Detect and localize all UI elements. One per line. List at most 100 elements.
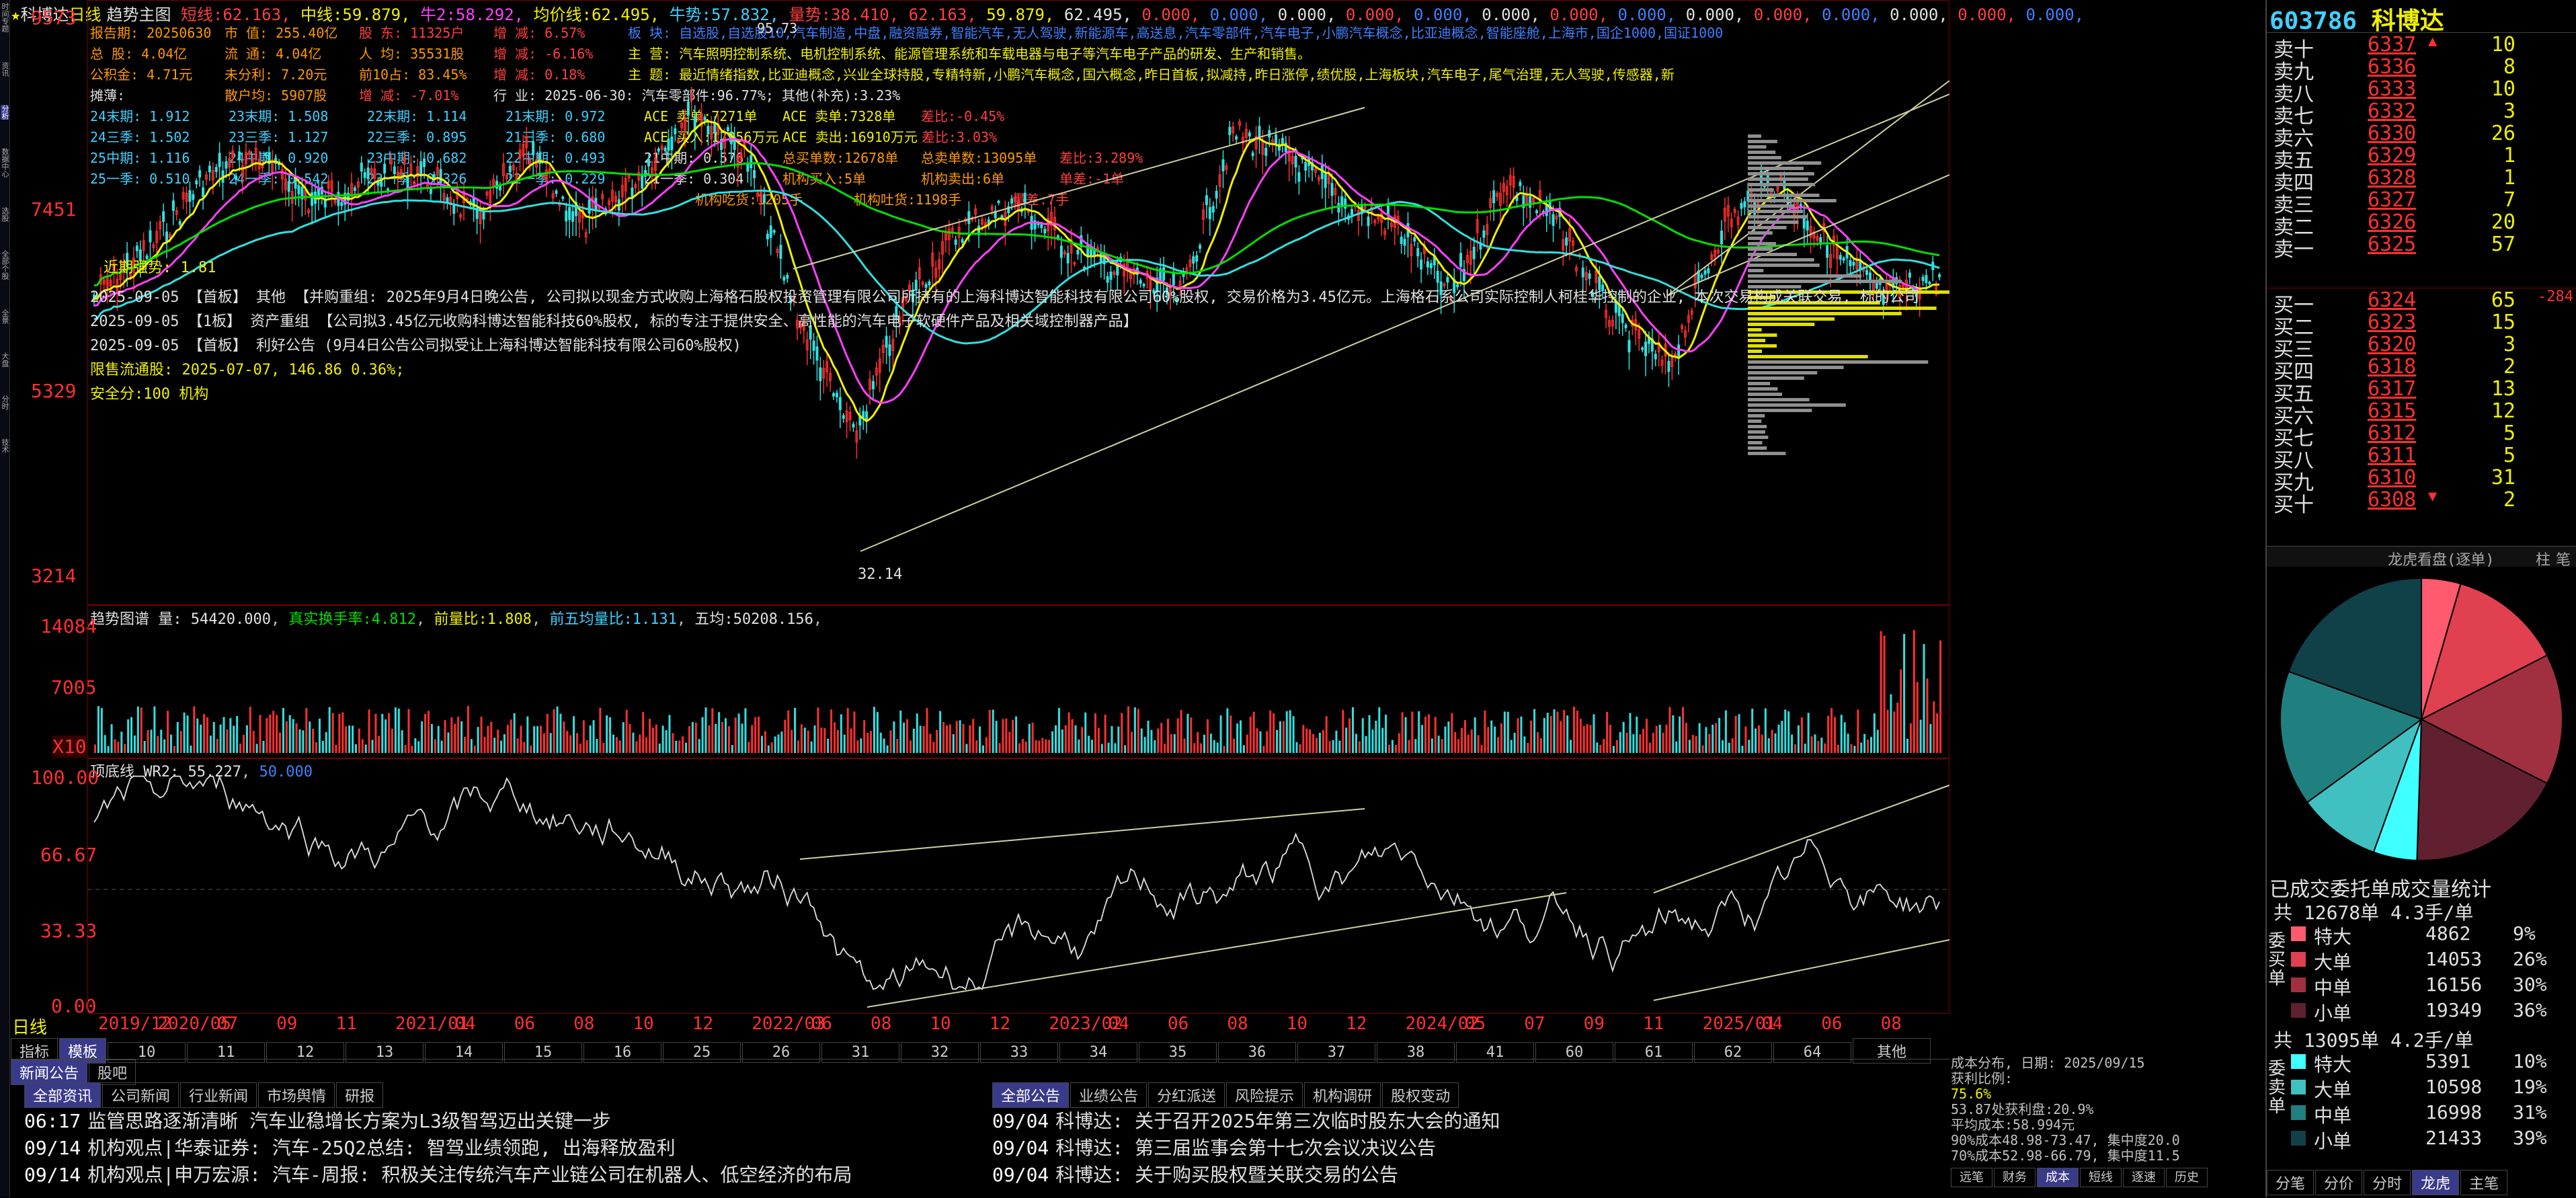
cost-tab[interactable]: 逐速 [2123, 1168, 2165, 1187]
candle-body [1337, 202, 1340, 213]
announcement-item[interactable]: 2025-09-05 【1板】 资产重组 【公司拟3.45亿元收购科博达智能科技… [90, 310, 1919, 334]
date-axis-period[interactable]: 日线 [12, 1014, 47, 1039]
announcement-item[interactable]: 2025-09-05 【首板】 其他 【并购重组: 2025年9月4日晚公告, … [90, 286, 1919, 310]
cost-tab[interactable]: 远笔 [1951, 1168, 1993, 1187]
volume-bar [1368, 715, 1371, 753]
volume-bar [1606, 712, 1609, 753]
volume-chart[interactable] [87, 605, 1949, 758]
stock-name-right: 科博达 [2371, 7, 2444, 35]
sidebar-tab[interactable]: 数据中心 [1, 148, 9, 177]
sidebar-tab[interactable]: 全部个股 [1, 250, 9, 280]
order-book-row[interactable]: 买八 6311 5 [2267, 444, 2576, 473]
news-tab[interactable]: 行业新闻 [180, 1082, 257, 1108]
cost-tab[interactable]: 短线 [2080, 1168, 2122, 1187]
cost-tab[interactable]: 财务 [1994, 1168, 2036, 1187]
volume-bar [1078, 740, 1080, 753]
news-item[interactable]: 09/14 机构观点|申万宏源: 汽车-周报: 积极关注传统汽车产业链公司在机器人… [24, 1162, 965, 1189]
volume-bar [770, 742, 773, 753]
sidebar-tab[interactable]: 技术 [1, 438, 9, 453]
volume-bar [523, 742, 526, 753]
right-tab[interactable]: 分价 [2315, 1170, 2363, 1195]
volume-bar [1325, 716, 1328, 753]
volume-bar [579, 744, 581, 753]
indicator-chart[interactable] [87, 758, 1949, 1014]
order-book-row[interactable]: 卖四 6328 1 [2267, 166, 2576, 195]
order-book-sell: 卖十 6337 ▲ 10 卖九 6336 8 卖八 6333 10 卖七 6332 3 卖六 6330 26 卖… [2267, 32, 2576, 262]
candle-body [1865, 270, 1869, 275]
volume-bar [1573, 707, 1575, 753]
order-book-row[interactable]: 买一 6324 65 -284 [2267, 288, 2576, 317]
candle-body [214, 167, 218, 172]
news-text: 机构观点|华泰证券: 汽车-25Q2总结: 智驾业绩领跑, 出海释放盈利 [87, 1137, 676, 1159]
right-tab[interactable]: 主笔 [2460, 1170, 2508, 1195]
order-book-row[interactable]: 买九 6310 31 [2267, 466, 2576, 495]
news-tab[interactable]: 全部资讯 [24, 1082, 102, 1108]
announcement-item[interactable]: 安全分:100 机构 [90, 383, 1919, 407]
notice-tab[interactable]: 机构调研 [1304, 1082, 1381, 1108]
notice-tab[interactable]: 股权变动 [1382, 1082, 1459, 1108]
right-tab[interactable]: 分时 [2364, 1170, 2411, 1195]
news-tab[interactable]: 市场舆情 [258, 1082, 335, 1108]
notice-item[interactable]: 09/04 科博达: 关于购买股权暨关联交易的公告 [992, 1162, 1933, 1189]
volume-bar [493, 737, 496, 753]
pie-tab-stroke[interactable]: 笔 [2556, 548, 2571, 569]
volume-bar [727, 726, 730, 753]
order-book-row[interactable]: 买七 6312 5 [2267, 422, 2576, 450]
trend-line [1653, 939, 1949, 1001]
news-tab[interactable]: 研报 [336, 1082, 384, 1108]
volume-bar [153, 706, 156, 753]
stats-block: 共 13095单 4.2手/单 委卖单 特大 5391 10% 大单 10598 19% 中单 1… [2267, 1026, 2576, 1154]
notice-item[interactable]: 09/04 科博达: 第三届监事会第十七次会议决议公告 [992, 1135, 1933, 1162]
notice-tab[interactable]: 风险提示 [1226, 1082, 1303, 1108]
notice-tab[interactable]: 分红派送 [1148, 1082, 1225, 1108]
sidebar-tab[interactable]: 分析 [1, 105, 9, 120]
volume-bar [1335, 730, 1338, 753]
stats-row: 大单 10598 19% [2291, 1076, 2573, 1101]
order-book-row[interactable]: 买二 6323 15 [2267, 311, 2576, 340]
volume-bar [1781, 721, 1783, 753]
notice-tab[interactable]: 全部公告 [992, 1082, 1070, 1108]
order-book-row[interactable]: 卖二 6326 20 [2267, 210, 2576, 239]
volume-bar [675, 740, 678, 753]
order-book-row[interactable]: 买十 6308 ▼ 2 [2267, 488, 2576, 517]
volume-bar [1718, 717, 1721, 753]
announcement-item[interactable]: 2025-09-05 【首板】 利好公告 (9月4日公告公司拟受让上海科博达智能… [90, 334, 1919, 358]
candle-body [1700, 274, 1703, 278]
sidebar-tab[interactable]: 资讯 [1, 62, 9, 77]
order-book-row[interactable]: 买三 6320 3 [2267, 333, 2576, 362]
order-book-row[interactable]: 卖六 6330 26 [2267, 122, 2576, 151]
announcement-item[interactable]: 限售流通股: 2025-07-07, 146.86 0.36%; [90, 358, 1919, 383]
order-book-row[interactable]: 买五 6317 13 [2267, 377, 2576, 406]
sidebar-tab[interactable]: 全景 [1, 309, 9, 324]
news-tab[interactable]: 公司新闻 [102, 1082, 179, 1108]
right-tab[interactable]: 龙虎 [2412, 1170, 2460, 1195]
pie-header: 龙虎看盘(逐单) 柱 笔 [2267, 546, 2576, 569]
cost-tab[interactable]: 成本 [2037, 1168, 2079, 1187]
cost-tab[interactable]: 历史 [2166, 1168, 2208, 1187]
volume-bar [1570, 740, 1572, 753]
order-book-row[interactable]: 买四 6318 2 [2267, 355, 2576, 384]
news-item[interactable]: 09/14 机构观点|华泰证券: 汽车-25Q2总结: 智驾业绩领跑, 出海释放盈… [24, 1135, 965, 1162]
order-book-row[interactable]: 卖八 6333 10 [2267, 77, 2576, 106]
order-book-row[interactable]: 卖一 6325 57 [2267, 233, 2576, 262]
order-book-row[interactable]: 卖十 6337 ▲ 10 [2267, 33, 2576, 62]
order-book-row[interactable]: 卖七 6332 3 [2267, 99, 2576, 128]
news-text: 机构观点|申万宏源: 汽车-周报: 积极关注传统汽车产业链公司在机器人、低空经济… [87, 1164, 852, 1186]
notice-item[interactable]: 09/04 科博达: 关于召开2025年第三次临时股东大会的通知 [992, 1108, 1933, 1135]
order-book-row[interactable]: 买六 6315 12 [2267, 399, 2576, 428]
news-top-tab[interactable]: 股吧 [89, 1060, 136, 1085]
notice-tab[interactable]: 业绩公告 [1070, 1082, 1148, 1108]
candle-body [753, 169, 756, 179]
order-book-row[interactable]: 卖五 6329 1 [2267, 144, 2576, 173]
pie-tab-bar[interactable]: 柱 [2536, 548, 2550, 569]
volume-profile-bar [1748, 221, 1799, 224]
sidebar-tab[interactable]: 选股 [1, 207, 9, 222]
sidebar-tab[interactable]: 时间专题 [1, 3, 9, 32]
news-item[interactable]: 06:17 监管思路逐渐清晰 汽车业稳增长方案为L3级智驾迈出关键一步 [24, 1108, 965, 1135]
sidebar-tab[interactable]: 大盘 [1, 352, 9, 367]
news-top-tab[interactable]: 新闻公告 [11, 1060, 88, 1085]
sidebar-tab[interactable]: 分时 [1, 395, 9, 410]
order-book-row[interactable]: 卖九 6336 8 [2267, 55, 2576, 84]
right-tab[interactable]: 分笔 [2267, 1170, 2315, 1195]
order-book-row[interactable]: 卖三 6327 7 [2267, 188, 2576, 217]
